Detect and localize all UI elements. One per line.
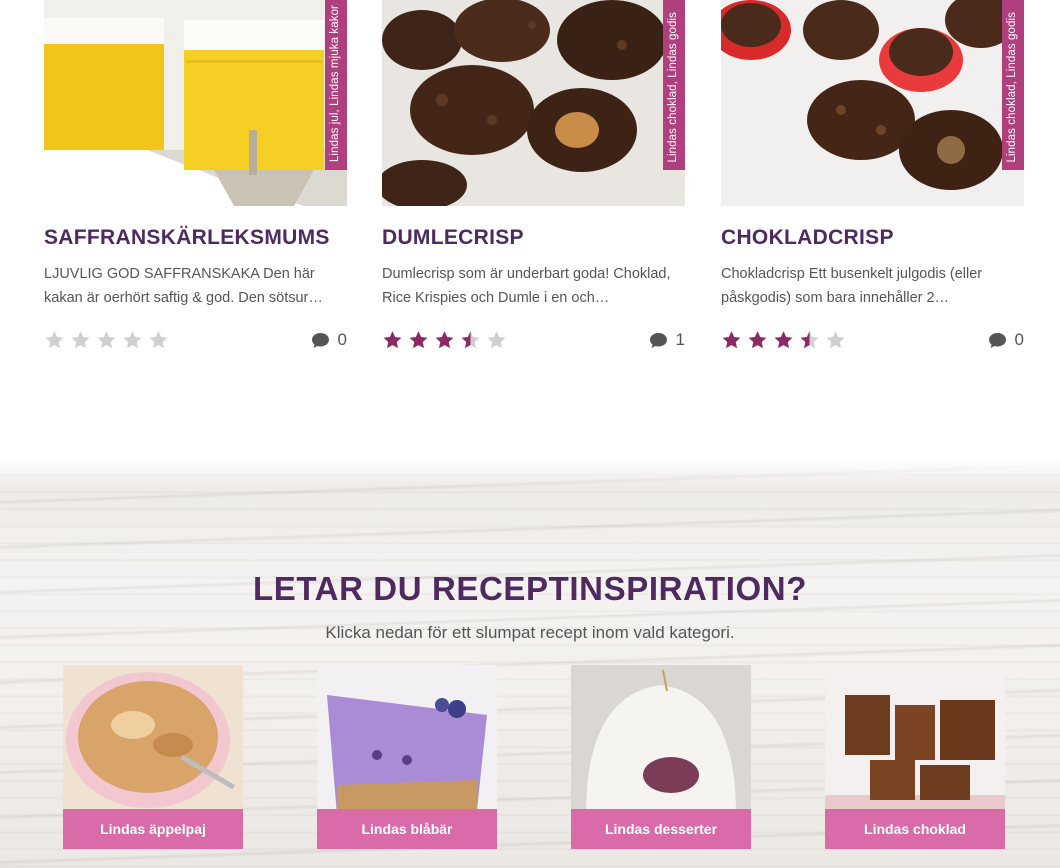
recipe-meta: 0 [721,330,1024,354]
star-icon[interactable] [122,330,143,350]
category-ribbon-label: Lindas choklad, Lindas godis [1006,11,1018,163]
star-icon[interactable] [408,330,429,350]
recipe-image[interactable]: Lindas jul, Lindas mjuka kakor [44,0,347,206]
star-icon[interactable] [460,330,481,350]
recipe-card-list: Lindas jul, Lindas mjuka kakor SAFFRANSK… [0,0,1060,460]
recipe-title[interactable]: DUMLECRISP [382,226,685,250]
recipe-excerpt: LJUVLIG GOD SAFFRANSKAKA Den här kakan ä… [44,266,323,306]
star-icon[interactable] [721,330,742,350]
category-button-choklad[interactable]: Lindas choklad [825,809,1005,849]
category-button-desserter[interactable]: Lindas desserter [571,809,751,849]
recipe-card[interactable]: Lindas choklad, Lindas godis CHOKLADCRIS… [721,0,1024,354]
star-icon[interactable] [70,330,91,350]
star-icon[interactable] [96,330,117,350]
comment-count-value: 0 [337,330,347,349]
star-rating[interactable] [44,330,169,350]
category-ribbon-label: Lindas jul, Lindas mjuka kakor [329,4,341,162]
recipe-card[interactable]: Lindas jul, Lindas mjuka kakor SAFFRANSK… [44,0,347,354]
recipe-image[interactable]: Lindas choklad, Lindas godis [382,0,685,206]
star-rating[interactable] [382,330,507,350]
comment-bubble-icon [311,332,329,348]
category-ribbon[interactable]: Lindas choklad, Lindas godis [1002,0,1024,170]
comment-count[interactable]: 0 [988,330,1024,350]
category-tile[interactable]: Lindas blåbär [317,665,497,849]
category-tile[interactable]: Lindas choklad [825,665,1005,849]
recipe-meta: 1 [382,330,685,354]
category-button-appelpaj[interactable]: Lindas äppelpaj [63,809,243,849]
star-icon[interactable] [799,330,820,350]
inspiration-section: LETAR DU RECEPTINSPIRATION? Klicka nedan… [0,460,1060,868]
category-tile[interactable]: Lindas desserter [571,665,751,849]
recipe-excerpt: Dumlecrisp som är underbart goda! Chokla… [382,266,671,306]
inspiration-title: LETAR DU RECEPTINSPIRATION? [253,570,807,607]
star-icon[interactable] [486,330,507,350]
inspiration-subtitle: Klicka nedan för ett slumpat recept inom… [325,623,735,642]
star-icon[interactable] [773,330,794,350]
star-icon[interactable] [44,330,65,350]
recipe-card[interactable]: Lindas choklad, Lindas godis DUMLECRISP … [382,0,685,354]
comment-count-value: 1 [675,330,685,349]
category-ribbon-label: Lindas choklad, Lindas godis [667,11,679,163]
recipe-meta: 0 [44,330,347,354]
recipe-title[interactable]: SAFFRANSKÄRLEKSMUMS [44,226,347,250]
recipe-title[interactable]: CHOKLADCRISP [721,226,1024,250]
star-icon[interactable] [825,330,846,350]
star-rating[interactable] [721,330,846,350]
comment-count[interactable]: 0 [311,330,347,350]
category-ribbon[interactable]: Lindas choklad, Lindas godis [663,0,685,170]
star-icon[interactable] [382,330,403,350]
star-icon[interactable] [434,330,455,350]
category-tile[interactable]: Lindas äppelpaj [63,665,243,849]
star-icon[interactable] [148,330,169,350]
recipe-excerpt: Chokladcrisp Ett busenkelt julgodis (ell… [721,266,983,306]
star-icon[interactable] [747,330,768,350]
category-ribbon[interactable]: Lindas jul, Lindas mjuka kakor [325,0,347,170]
category-button-blabar[interactable]: Lindas blåbär [317,809,497,849]
recipe-image[interactable]: Lindas choklad, Lindas godis [721,0,1024,206]
comment-count[interactable]: 1 [649,330,685,350]
comment-bubble-icon [649,332,667,348]
comment-count-value: 0 [1014,330,1024,349]
comment-bubble-icon [988,332,1006,348]
